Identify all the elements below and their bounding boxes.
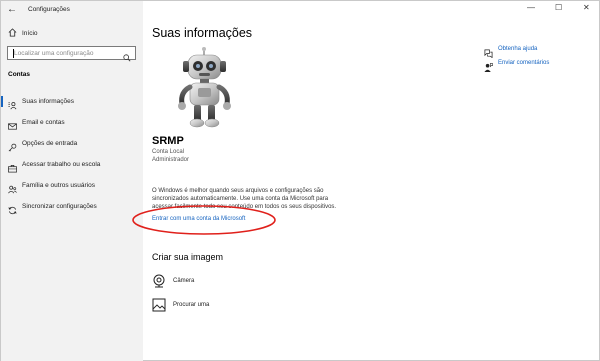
- active-indicator: [1, 96, 3, 107]
- settings-window: ← Configurações Início Localizar uma con…: [0, 0, 600, 361]
- feedback-person-icon: [484, 59, 493, 72]
- sidebar-item-label: Sincronizar configurações: [22, 203, 97, 210]
- sidebar-item-label: Suas informações: [22, 98, 75, 105]
- app-title: Configurações: [28, 6, 70, 13]
- sidebar-item-opcoes-entrada[interactable]: Opções de entrada: [1, 137, 143, 152]
- robot-avatar-image: [178, 47, 231, 128]
- sidebar-item-label: Email e contas: [22, 119, 65, 126]
- title-bar: ← Configurações: [1, 1, 143, 19]
- close-button[interactable]: ✕: [583, 3, 590, 12]
- sidebar-item-email-contas[interactable]: Email e contas: [1, 116, 143, 130]
- browse-label: Procurar uma: [173, 302, 210, 308]
- sidebar-item-label: Opções de entrada: [22, 140, 78, 147]
- home-label: Início: [22, 30, 38, 37]
- people-icon: [8, 181, 17, 194]
- user-name: SRMP: [152, 135, 184, 147]
- sidebar-item-trabalho-escola[interactable]: Acessar trabalho ou escola: [1, 158, 143, 173]
- search-input[interactable]: Localizar uma configuração: [7, 46, 136, 62]
- section-title: Contas: [8, 71, 31, 78]
- sidebar-item-sincronizar[interactable]: Sincronizar configurações: [1, 200, 143, 215]
- maximize-button[interactable]: ☐: [555, 3, 562, 12]
- key-icon: [8, 139, 17, 152]
- window-controls: — ☐ ✕: [519, 1, 599, 17]
- search-icon[interactable]: [123, 49, 131, 62]
- camera-icon: [152, 274, 166, 288]
- envelope-icon: [8, 118, 17, 130]
- sidebar-item-familia[interactable]: Família e outros usuários: [1, 179, 143, 194]
- avatar: [163, 46, 238, 129]
- person-card-icon: [8, 97, 17, 110]
- account-role: Administrador: [152, 157, 190, 163]
- camera-option[interactable]: Câmera: [152, 274, 272, 290]
- sidebar: ← Configurações Início Localizar uma con…: [1, 1, 143, 361]
- sidebar-item-home[interactable]: Início: [1, 27, 143, 41]
- feedback-link[interactable]: Enviar comentários: [484, 59, 584, 72]
- sidebar-item-label: Acessar trabalho ou escola: [22, 161, 101, 168]
- minimize-button[interactable]: —: [527, 3, 535, 12]
- help-link[interactable]: Obtenha ajuda: [484, 45, 584, 59]
- camera-label: Câmera: [173, 278, 195, 284]
- help-label: Obtenha ajuda: [498, 46, 538, 52]
- browse-icon: [152, 298, 166, 312]
- home-icon: [8, 28, 17, 39]
- browse-option[interactable]: Procurar uma: [152, 298, 272, 314]
- briefcase-icon: [8, 160, 17, 173]
- sidebar-item-suas-informacoes[interactable]: Suas informações: [1, 95, 143, 110]
- page-title: Suas informações: [152, 26, 253, 40]
- sidebar-item-label: Família e outros usuários: [22, 182, 95, 189]
- feedback-label: Enviar comentários: [498, 60, 550, 66]
- back-arrow-icon[interactable]: ←: [7, 4, 17, 15]
- help-chat-icon: [484, 45, 493, 59]
- account-type: Conta Local: [152, 149, 185, 155]
- search-placeholder: Localizar uma configuração: [14, 50, 94, 57]
- create-image-title: Criar sua imagem: [152, 252, 224, 262]
- microsoft-signin-link[interactable]: Entrar com uma conta da Microsoft: [152, 216, 245, 222]
- sync-icon: [8, 202, 17, 215]
